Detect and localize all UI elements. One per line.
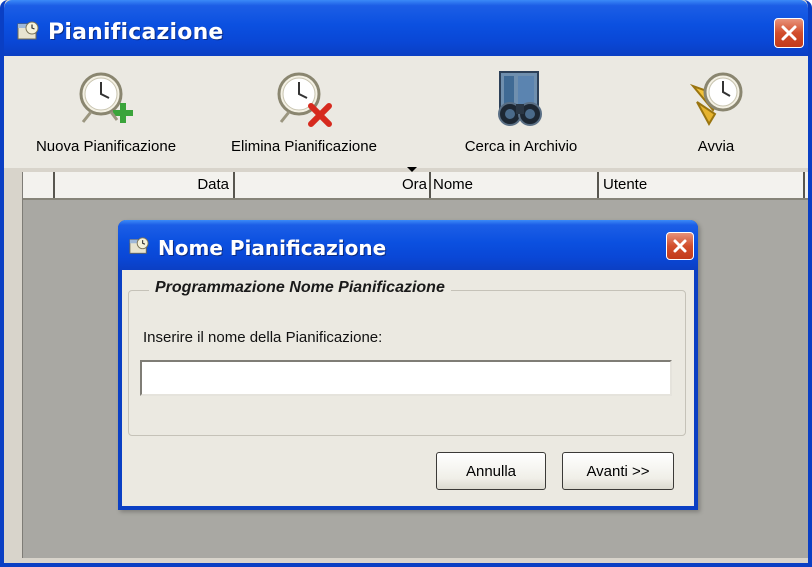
start-button[interactable]: Avvia: [666, 56, 766, 168]
close-icon: [673, 239, 687, 253]
search-archive-button[interactable]: Cerca in Archivio: [436, 56, 606, 168]
new-schedule-button[interactable]: Nuova Pianificazione: [6, 56, 206, 168]
toolbar: Nuova Pianificazione Elimina Pianificazi…: [4, 56, 808, 172]
column-header-data[interactable]: Data: [55, 172, 235, 198]
schedule-name-input[interactable]: [140, 360, 672, 396]
search-archive-label: Cerca in Archivio: [464, 138, 578, 155]
dialog-title: Nome Pianificazione: [158, 236, 387, 260]
start-label: Avvia: [697, 138, 735, 155]
clock-plus-icon: [79, 72, 133, 123]
scheduler-icon: [17, 21, 39, 40]
title-bar[interactable]: Pianificazione: [4, 0, 808, 56]
clock-start-icon: [689, 72, 743, 127]
name-field-label: Inserire il nome della Pianificazione:: [143, 329, 383, 346]
cancel-button[interactable]: Annulla: [436, 452, 546, 490]
binoculars-icon: [498, 71, 542, 126]
groupbox-title: Programmazione Nome Pianificazione: [149, 279, 451, 297]
column-header-ora[interactable]: Ora: [235, 172, 431, 198]
delete-schedule-label: Elimina Pianificazione: [231, 138, 377, 155]
dialog-close-button[interactable]: [666, 232, 694, 260]
delete-schedule-button[interactable]: Elimina Pianificazione: [204, 56, 404, 168]
list-header: Data Ora Nome Utente: [23, 172, 808, 200]
close-button[interactable]: [774, 18, 804, 48]
new-schedule-label: Nuova Pianificazione: [35, 138, 177, 155]
main-window: Pianificazione Nuova Pianificazione Elim…: [0, 0, 812, 567]
column-header-nome[interactable]: Nome: [431, 172, 599, 198]
column-header-select[interactable]: [23, 172, 55, 198]
clock-delete-icon: [277, 72, 332, 127]
close-icon: [781, 25, 797, 41]
column-header-utente[interactable]: Utente: [599, 172, 805, 198]
next-button[interactable]: Avanti >>: [562, 452, 674, 490]
dialog-title-bar[interactable]: Nome Pianificazione: [118, 220, 698, 270]
scheduler-icon: [129, 237, 149, 254]
name-dialog: Nome Pianificazione Programmazione Nome …: [118, 220, 698, 510]
window-title: Pianificazione: [48, 20, 224, 45]
